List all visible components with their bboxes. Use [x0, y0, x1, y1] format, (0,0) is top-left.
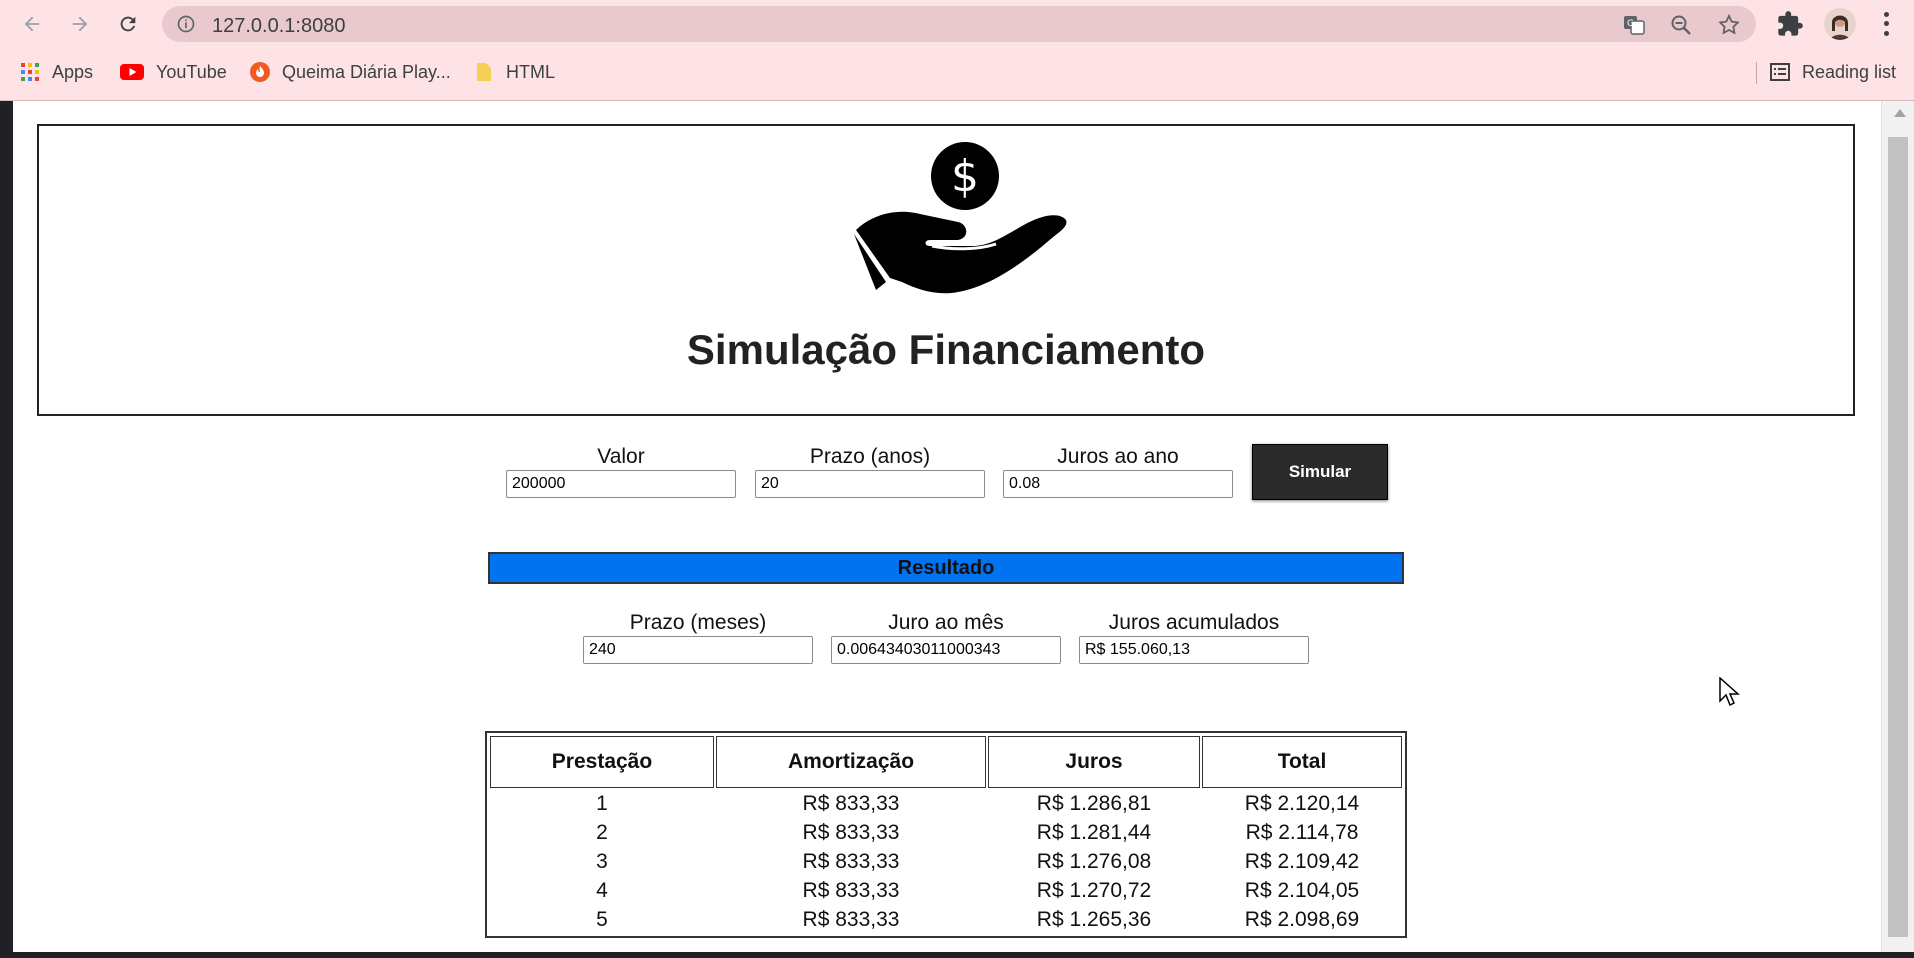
- table-row: 3 R$ 833,33 R$ 1.276,08 R$ 2.109,42: [490, 848, 1402, 875]
- reading-list-icon: [1770, 63, 1790, 81]
- window-bottom-edge: [0, 952, 1914, 958]
- table-row: 2 R$ 833,33 R$ 1.281,44 R$ 2.114,78: [490, 819, 1402, 846]
- table-row: 5 R$ 833,33 R$ 1.265,36 R$ 2.098,69: [490, 906, 1402, 933]
- prazo-anos-label: Prazo (anos): [809, 445, 931, 468]
- juro-mes-label: Juro ao mês: [888, 611, 1004, 634]
- scroll-up-arrow-icon[interactable]: [1894, 109, 1906, 117]
- cell-juros: R$ 1.265,36: [1036, 907, 1152, 931]
- bookmark-html-folder[interactable]: HTML: [474, 58, 555, 86]
- bookmark-label: Apps: [52, 61, 94, 82]
- translate-icon[interactable]: G: [1622, 13, 1646, 37]
- cell-amortizacao: R$ 833,33: [802, 878, 900, 902]
- folder-icon: [477, 63, 491, 81]
- amortization-table: Prestação Amortização Juros Total 1 R$ 8…: [485, 731, 1407, 938]
- header-juros: Juros: [988, 736, 1200, 788]
- cell-prestacao: 5: [596, 907, 608, 931]
- bookmark-apps[interactable]: Apps: [20, 58, 93, 86]
- cell-total: R$ 2.098,69: [1244, 907, 1360, 931]
- svg-text:$: $: [951, 151, 979, 202]
- header-prestacao: Prestação: [490, 736, 714, 788]
- svg-text:G: G: [1627, 19, 1634, 29]
- site-info-icon[interactable]: [176, 14, 196, 34]
- bookmark-queima-diaria[interactable]: Queima Diária Play...: [250, 58, 451, 86]
- apps-grid-icon: [21, 63, 39, 81]
- page-viewport: $ Simulação Financiamento Valor Prazo (a…: [13, 101, 1881, 958]
- hand-money-icon: $: [854, 142, 1067, 294]
- prazo-anos-field-group: Prazo (anos): [755, 444, 985, 498]
- cell-total: R$ 2.109,42: [1244, 849, 1360, 873]
- cell-amortizacao: R$ 833,33: [802, 907, 900, 931]
- bookmark-star-icon[interactable]: [1717, 13, 1741, 37]
- cell-juros: R$ 1.286,81: [1036, 791, 1152, 815]
- cell-juros: R$ 1.270,72: [1036, 878, 1152, 902]
- bookmark-label: Queima Diária Play...: [282, 61, 451, 82]
- cell-amortizacao: R$ 833,33: [802, 849, 900, 873]
- juros-acumulados-label: Juros acumulados: [1108, 611, 1280, 634]
- header-card: $ Simulação Financiamento: [37, 124, 1855, 416]
- cell-prestacao: 3: [596, 849, 608, 873]
- window-edge: [0, 101, 13, 958]
- address-bar[interactable]: 127.0.0.1:8080 G: [162, 6, 1756, 42]
- juro-mes-output[interactable]: [831, 636, 1061, 664]
- reload-icon[interactable]: [112, 8, 144, 40]
- cell-prestacao: 4: [596, 878, 608, 902]
- cell-total: R$ 2.114,78: [1245, 820, 1359, 844]
- cell-amortizacao: R$ 833,33: [802, 791, 900, 815]
- bookmark-youtube[interactable]: YouTube: [120, 58, 227, 86]
- cell-total: R$ 2.120,14: [1244, 791, 1360, 815]
- bookmark-label: YouTube: [156, 61, 227, 82]
- resultado-header: Resultado: [488, 552, 1404, 584]
- cell-total: R$ 2.104,05: [1244, 878, 1360, 902]
- bookmark-label: HTML: [506, 61, 555, 82]
- url-text[interactable]: 127.0.0.1:8080: [212, 15, 345, 38]
- table-row: 1 R$ 833,33 R$ 1.286,81 R$ 2.120,14: [490, 790, 1402, 817]
- juros-ano-field-group: Juros ao ano: [1003, 444, 1233, 498]
- table-header-row: Prestação Amortização Juros Total: [490, 736, 1402, 788]
- prazo-meses-field-group: Prazo (meses): [583, 610, 813, 664]
- vertical-scrollbar[interactable]: [1881, 101, 1914, 958]
- cell-prestacao: 1: [596, 791, 608, 815]
- prazo-anos-input[interactable]: [755, 470, 985, 498]
- cell-juros: R$ 1.276,08: [1036, 849, 1152, 873]
- juros-acumulados-output[interactable]: [1079, 636, 1309, 664]
- browser-chrome: 127.0.0.1:8080 G Apps YouTube Queima Diá…: [0, 0, 1914, 101]
- forward-arrow-icon[interactable]: [64, 8, 96, 40]
- profile-avatar[interactable]: [1824, 8, 1856, 40]
- page-title: Simulação Financiamento: [686, 326, 1206, 373]
- browser-menu-icon[interactable]: [1876, 10, 1896, 38]
- prazo-meses-label: Prazo (meses): [629, 611, 767, 634]
- back-arrow-icon[interactable]: [16, 8, 48, 40]
- bookmarks-separator: [1756, 62, 1757, 84]
- cell-amortizacao: R$ 833,33: [802, 820, 900, 844]
- mouse-cursor-icon: [1719, 677, 1740, 707]
- valor-field-group: Valor: [506, 444, 736, 498]
- juros-ano-label: Juros ao ano: [1057, 445, 1179, 468]
- bookmarks-bar: Apps YouTube Queima Diária Play... HTML: [0, 54, 1914, 90]
- flame-icon: [250, 62, 270, 82]
- valor-input[interactable]: [506, 470, 736, 498]
- zoom-out-icon[interactable]: [1669, 13, 1693, 37]
- valor-label: Valor: [597, 445, 645, 468]
- prazo-meses-output[interactable]: [583, 636, 813, 664]
- header-amortizacao: Amortização: [716, 736, 986, 788]
- juros-ano-input[interactable]: [1003, 470, 1233, 498]
- table-row: 4 R$ 833,33 R$ 1.270,72 R$ 2.104,05: [490, 877, 1402, 904]
- juro-mes-field-group: Juro ao mês: [831, 610, 1061, 664]
- cell-prestacao: 2: [596, 820, 608, 844]
- youtube-icon: [120, 64, 144, 80]
- browser-toolbar: 127.0.0.1:8080 G: [0, 0, 1914, 48]
- header-total: Total: [1202, 736, 1402, 788]
- cell-juros: R$ 1.281,44: [1036, 820, 1152, 844]
- juros-acumulados-field-group: Juros acumulados: [1079, 610, 1309, 664]
- reading-list-label: Reading list: [1802, 61, 1897, 82]
- reading-list-button[interactable]: Reading list: [1770, 58, 1896, 86]
- simular-button[interactable]: Simular: [1252, 444, 1388, 500]
- scrollbar-thumb[interactable]: [1888, 137, 1908, 937]
- extensions-puzzle-icon[interactable]: [1776, 10, 1804, 38]
